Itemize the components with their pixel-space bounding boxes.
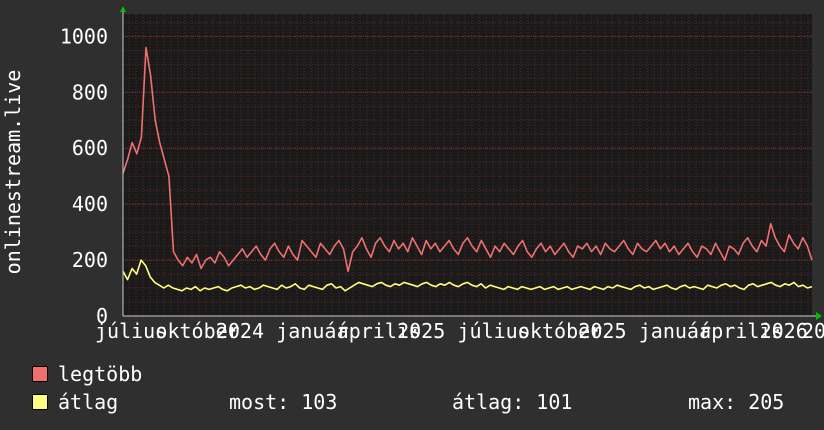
x-tick-label: 2024 [216, 319, 264, 343]
x-tick-label: 2025 [397, 319, 445, 343]
legend-label-avg: átlag [58, 390, 119, 414]
x-axis-ticks: júliusoktóber2024 januáráprilis2025 július… [95, 319, 824, 343]
y-tick-label: 400 [72, 192, 108, 216]
y-tick-label: 800 [72, 80, 108, 104]
y-axis-label: onlinestream.live [1, 70, 25, 275]
x-tick-label: 2025 [578, 319, 626, 343]
plot-area [123, 14, 812, 316]
legend-swatch-avg [32, 394, 48, 410]
stat-max: max: 205 [688, 390, 785, 414]
y-axis-ticks: 02004006008001000 [60, 24, 108, 328]
stat-average: átlag: 101 [452, 390, 573, 414]
x-tick-label: 2026 [760, 319, 808, 343]
stat-current: most: 103 [229, 390, 338, 414]
legend-swatch-max [32, 366, 48, 382]
y-axis-arrow [120, 6, 126, 12]
x-tick-label: 20 [802, 319, 824, 343]
y-tick-label: 200 [72, 248, 108, 272]
y-tick-label: 1000 [60, 24, 108, 48]
legend-label-max: legtöbb [58, 362, 143, 386]
y-tick-label: 600 [72, 136, 108, 160]
